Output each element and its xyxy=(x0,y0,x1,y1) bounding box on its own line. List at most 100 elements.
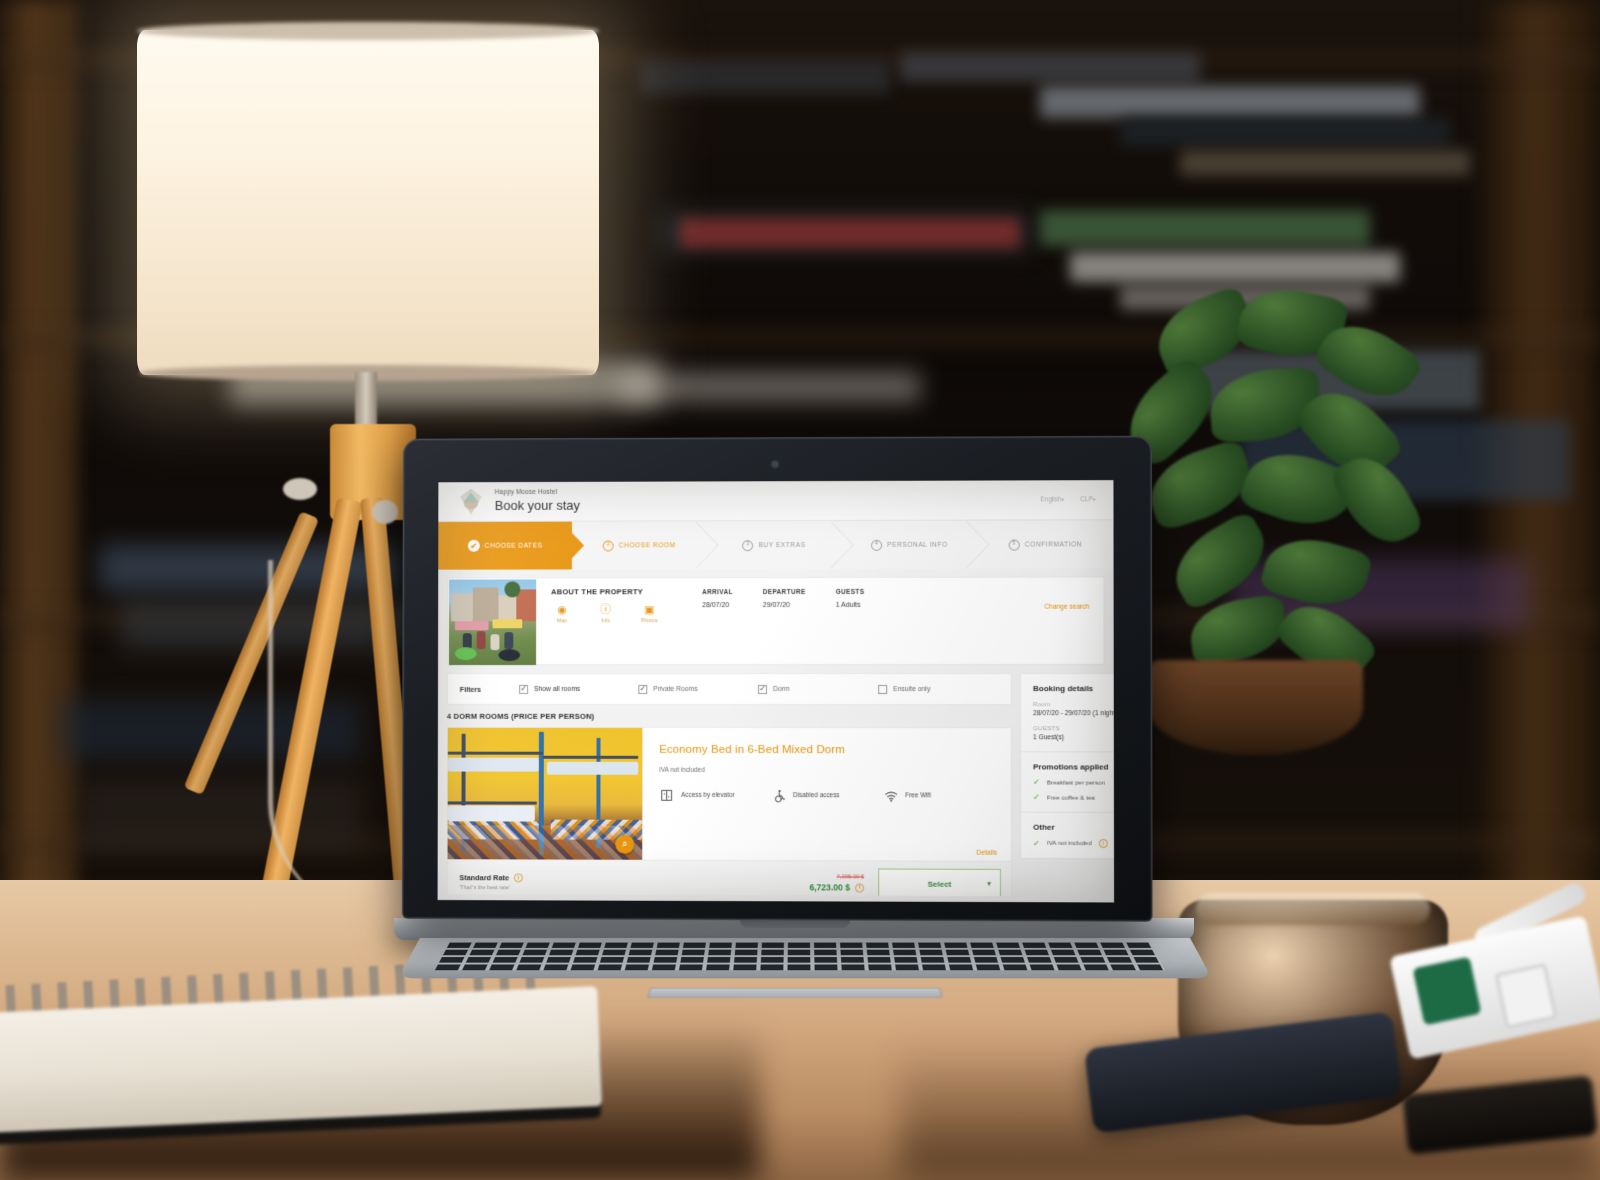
zoom-photo-icon[interactable]: ⌕ xyxy=(615,834,635,854)
hostel-logo-icon[interactable] xyxy=(456,487,486,517)
map-pin-icon: ◉ xyxy=(557,604,567,617)
site-header: Happy Moose Hostel Book your stay Englis… xyxy=(438,480,1114,523)
step-label: CONFIRMATION xyxy=(1024,540,1083,549)
other-info-icon[interactable]: i xyxy=(1098,838,1108,849)
photos-button[interactable]: ▣ Photos xyxy=(638,604,660,624)
guests-field: GUESTS 1 Adults xyxy=(836,589,865,664)
brand-block: Happy Moose Hostel Book your stay xyxy=(495,489,580,514)
property-thumbnail[interactable] xyxy=(448,579,537,666)
currency-selector[interactable]: CLP▾ xyxy=(1080,496,1095,503)
departure-label: DEPARTURE xyxy=(762,588,806,597)
amenity-label: Disabled access xyxy=(792,792,840,800)
step-choose-dates[interactable]: ✔ CHOOSE DATES xyxy=(438,521,573,570)
book xyxy=(680,218,1020,248)
wheelchair-icon xyxy=(771,788,786,803)
promotions-header[interactable]: Promotions applied ▼ xyxy=(1033,762,1114,771)
thumb-building xyxy=(450,593,473,622)
info-icon: ⓘ xyxy=(600,604,612,617)
map-label: Map xyxy=(556,618,568,625)
white-box-panel xyxy=(1494,963,1558,1029)
checkbox-icon[interactable]: ✓ xyxy=(758,684,768,694)
filter-label: Show all rooms xyxy=(534,685,581,693)
about-property-card: ABOUT THE PROPERTY ◉ Map ⓘ Info ▣ Photos… xyxy=(446,576,1105,666)
promotions-section: Promotions applied ▼ ✓ Breakfast per per… xyxy=(1020,752,1115,813)
about-property-body: ABOUT THE PROPERTY ◉ Map ⓘ Info ▣ Photos… xyxy=(537,578,1104,665)
other-item: ✓ IVA not included i xyxy=(1033,838,1114,849)
booking-room-value: 28/07/20 - 29/07/20 (1 nights) xyxy=(1033,710,1115,718)
select-room-button[interactable]: Select ▾ xyxy=(878,868,1001,900)
departure-value: 29/07/20 xyxy=(762,602,790,610)
amenity-disabled-access: Disabled access xyxy=(771,788,883,803)
book xyxy=(1040,210,1370,246)
book xyxy=(620,372,920,402)
rate-left: Standard Rate i 'That''s the best rate' xyxy=(459,873,608,891)
map-button[interactable]: ◉ Map xyxy=(551,604,573,624)
promotions-title: Promotions applied xyxy=(1033,762,1109,772)
step-choose-room[interactable]: 2 CHOOSE ROOM xyxy=(572,521,707,570)
filter-ensuite-only[interactable]: Ensuite only xyxy=(878,684,999,694)
room-details-link[interactable]: Details xyxy=(977,850,997,857)
info-button[interactable]: ⓘ Info xyxy=(595,604,617,624)
book xyxy=(900,52,1200,82)
other-header[interactable]: Other ▼ xyxy=(1033,823,1114,832)
step-label: PERSONAL INFO xyxy=(887,541,948,549)
checkout-step-bar: ✔ CHOOSE DATES 2 CHOOSE ROOM 3 BUY EXTRA… xyxy=(438,520,1114,570)
filter-private-rooms[interactable]: ✓ Private Rooms xyxy=(638,684,758,694)
promotion-label: Breakfast per person xyxy=(1046,778,1105,787)
rate-name-row: Standard Rate i xyxy=(459,873,608,883)
page-bottom-edge xyxy=(437,894,1115,903)
bunk-rail xyxy=(447,801,537,805)
thumb-person xyxy=(490,634,500,651)
thumb-tree xyxy=(504,581,521,598)
booking-details-title: Booking details xyxy=(1032,684,1094,694)
other-title: Other xyxy=(1033,822,1055,832)
step-personal-info[interactable]: 4 PERSONAL INFO xyxy=(841,520,978,569)
filters-bar: Filters ✓ Show all rooms ✓ Private Rooms… xyxy=(446,672,1012,706)
price-current-row: 6,723.00 $ i xyxy=(809,882,865,893)
step-number: 2 xyxy=(603,539,614,551)
plant-pot xyxy=(1148,660,1363,755)
step-label: CHOOSE ROOM xyxy=(618,541,676,549)
info-label: Info xyxy=(601,618,611,625)
check-icon: ✓ xyxy=(1033,777,1040,787)
room-card-top: ⌕ Economy Bed in 6-Bed Mixed Dorm IVA no… xyxy=(447,727,1011,861)
book xyxy=(1070,252,1400,282)
filter-label: Private Rooms xyxy=(653,685,698,693)
change-search-link[interactable]: Change search xyxy=(1044,604,1089,611)
promotion-item: ✓ Free coffee & tea xyxy=(1033,793,1114,802)
thumb-building xyxy=(472,587,499,622)
price-info-icon[interactable]: i xyxy=(855,882,865,893)
search-summary-fields: ARRIVAL 28/07/20 DEPARTURE 29/07/20 GUES… xyxy=(702,587,864,664)
other-label: IVA not included xyxy=(1046,839,1092,848)
thumb-person xyxy=(504,632,514,650)
checkbox-icon[interactable]: ✓ xyxy=(638,684,648,694)
step-buy-extras[interactable]: 3 BUY EXTRAS xyxy=(706,520,842,570)
filter-label: Dorm xyxy=(772,685,790,693)
amenity-free-wifi: Free Wifi xyxy=(883,788,996,803)
checkbox-icon[interactable] xyxy=(878,684,888,694)
header-right-controls: English▾ CLP▾ xyxy=(1040,496,1095,503)
book xyxy=(1120,118,1450,146)
rate-info-icon[interactable]: i xyxy=(514,873,523,883)
filter-show-all-rooms[interactable]: ✓ Show all rooms xyxy=(519,684,638,694)
dorm-rooms-heading: 4 DORM ROOMS (PRICE PER PERSON) xyxy=(446,704,1012,728)
room-photo[interactable]: ⌕ xyxy=(447,727,643,860)
book xyxy=(1180,150,1470,176)
step-number: 3 xyxy=(742,539,754,551)
filters-label: Filters xyxy=(459,684,482,694)
about-icon-row: ◉ Map ⓘ Info ▣ Photos xyxy=(551,604,702,624)
laptop-keys xyxy=(434,942,1166,971)
checkbox-icon[interactable]: ✓ xyxy=(519,684,529,694)
step-confirmation[interactable]: 5 CONFIRMATION xyxy=(977,520,1114,569)
rate-name: Standard Rate xyxy=(459,873,510,883)
language-selector[interactable]: English▾ xyxy=(1040,496,1064,503)
shelf-frame-left xyxy=(0,0,78,940)
chevron-down-icon: ▾ xyxy=(987,880,991,888)
filter-dorm[interactable]: ✓ Dorm xyxy=(758,684,878,694)
lamp-knob xyxy=(283,478,317,500)
wifi-icon xyxy=(883,788,898,803)
step-number: 4 xyxy=(871,539,883,551)
mattress xyxy=(447,757,539,772)
room-title[interactable]: Economy Bed in 6-Bed Mixed Dorm xyxy=(659,744,997,756)
arrival-label: ARRIVAL xyxy=(702,589,733,597)
